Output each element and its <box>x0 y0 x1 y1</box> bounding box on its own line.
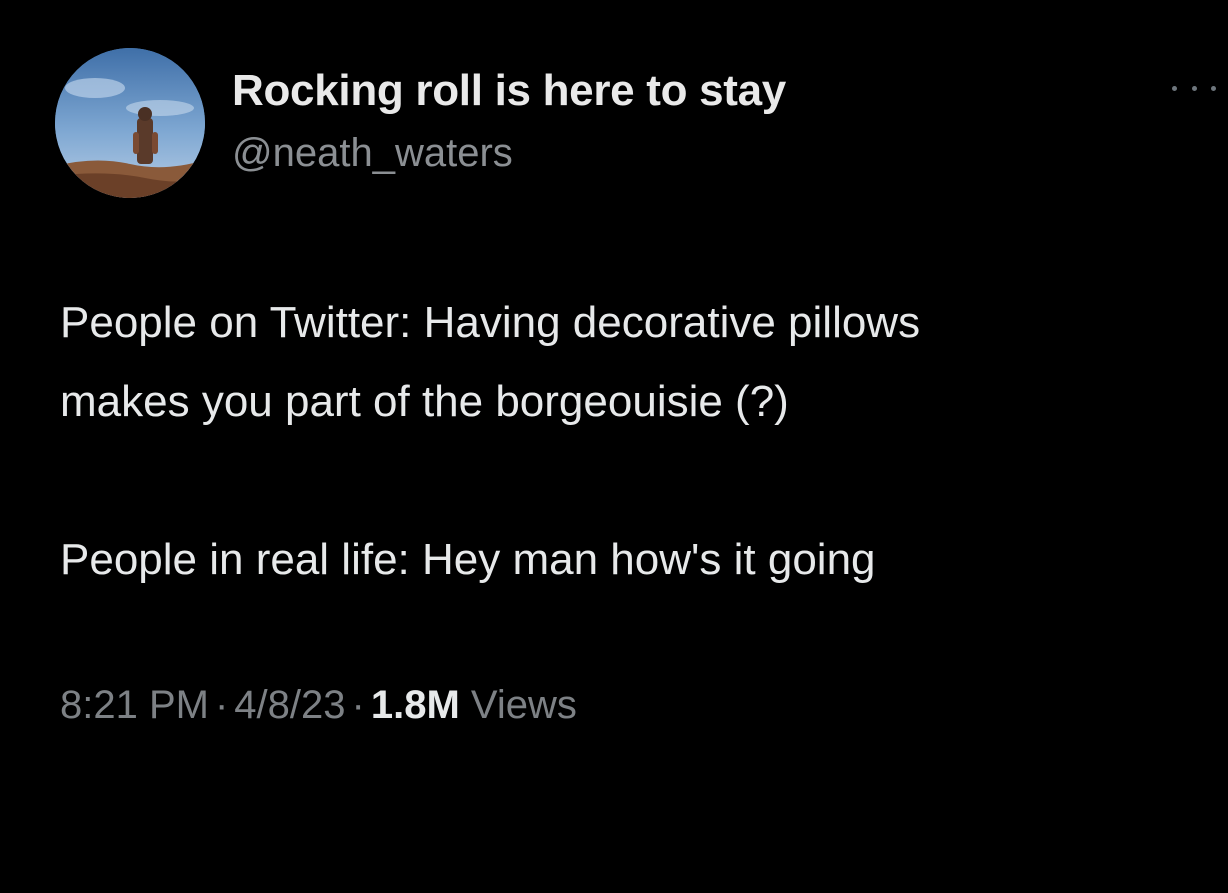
tweet-text: People on Twitter: Having decorative pil… <box>60 283 1200 599</box>
tweet-metadata: 8:21 PM · 4/8/23 · 1.8M Views <box>60 683 577 728</box>
tweet-text-line: People on Twitter: Having decorative pil… <box>60 298 921 347</box>
profile-photo <box>55 48 205 198</box>
separator: · <box>214 683 229 727</box>
dot <box>1191 85 1197 91</box>
separator: · <box>351 683 365 727</box>
ellipsis-icon[interactable] <box>1172 80 1216 96</box>
tweet-text-line: People in real life: Hey man how's it go… <box>60 535 876 584</box>
tweet-text-line: makes you part of the borgeouisie (?) <box>60 377 789 426</box>
dot <box>1211 85 1216 91</box>
avatar[interactable] <box>55 48 205 198</box>
user-handle[interactable]: @neath_waters <box>232 131 513 176</box>
display-name[interactable]: Rocking roll is here to stay <box>232 66 786 116</box>
tweet-date[interactable]: 4/8/23 <box>234 683 345 727</box>
views-label: Views <box>470 683 577 727</box>
tweet-time[interactable]: 8:21 PM <box>60 683 209 727</box>
dot <box>1172 85 1177 91</box>
tweet: Rocking roll is here to stay @neath_wate… <box>0 0 1228 893</box>
views-count: 1.8M <box>370 683 460 727</box>
